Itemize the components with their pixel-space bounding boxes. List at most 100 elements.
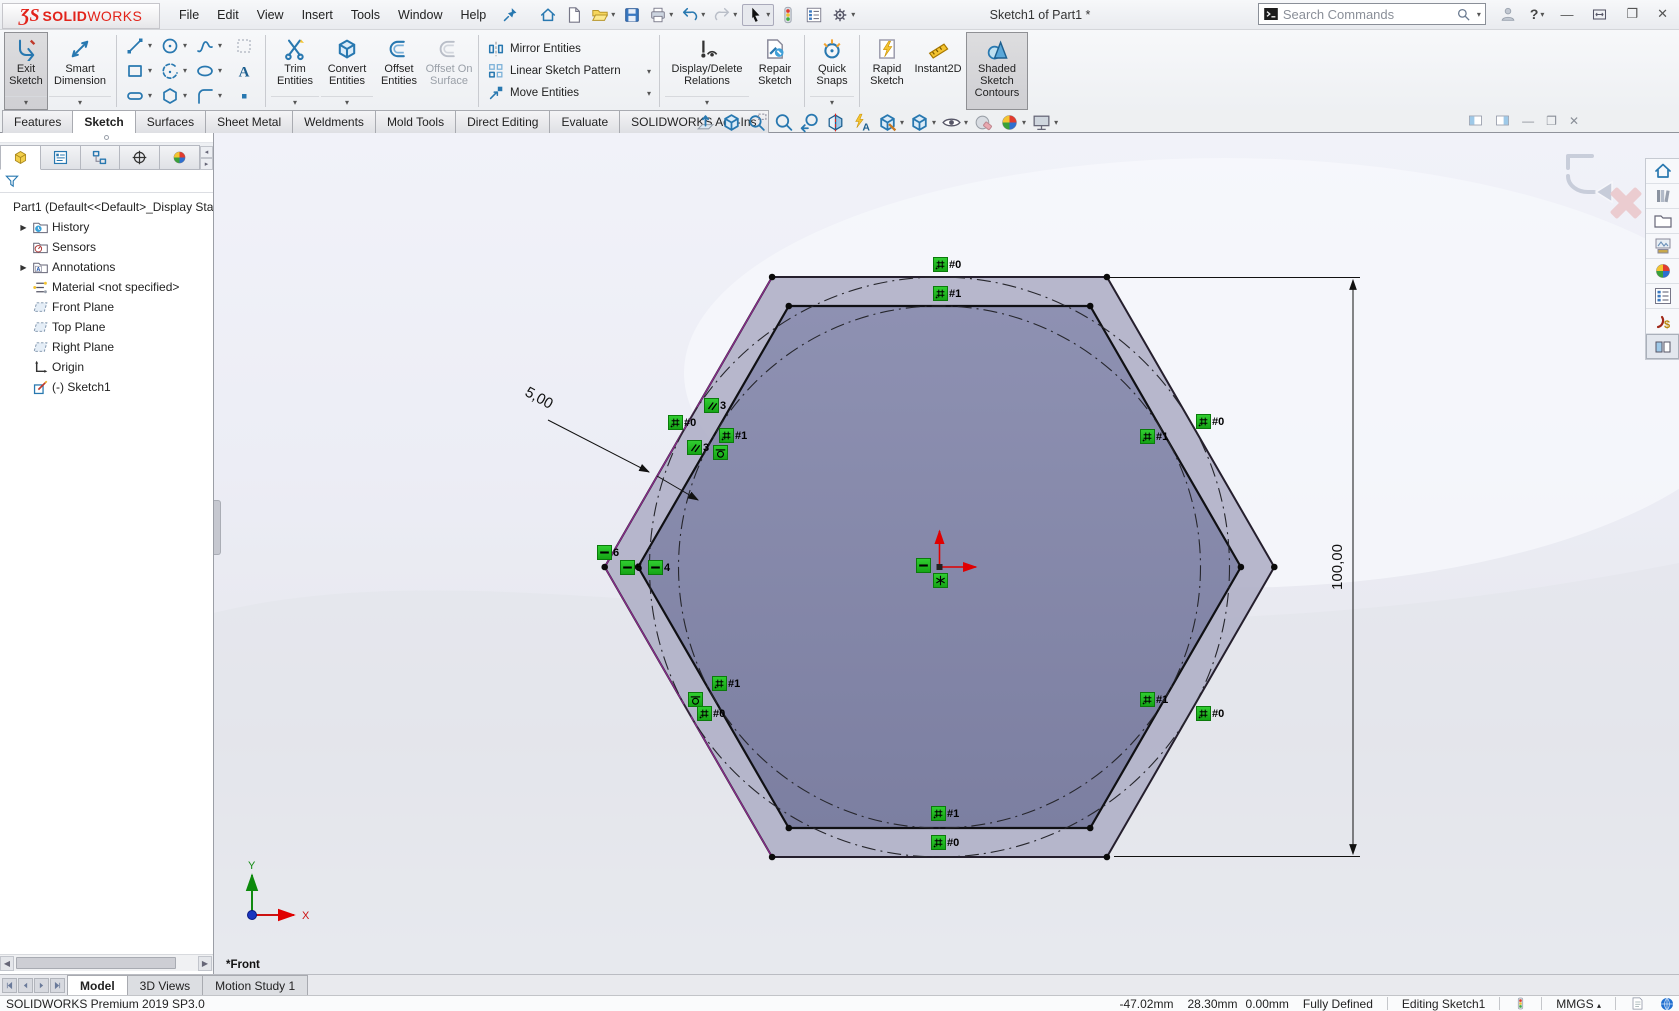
tab-sheet-metal[interactable]: Sheet Metal	[205, 110, 293, 133]
panel-tab-feature-manager[interactable]	[0, 145, 41, 170]
quick-tips-icon[interactable]	[1659, 996, 1675, 1011]
circle-tool[interactable]: ▾	[160, 36, 187, 56]
tree-item-right-plane[interactable]: Right Plane	[0, 337, 213, 357]
search-box[interactable]: ▾	[1258, 3, 1486, 25]
bottom-tab-3d-views[interactable]: 3D Views	[127, 975, 203, 995]
tab-direct-editing[interactable]: Direct Editing	[455, 110, 550, 133]
expander-icon[interactable]: ▶	[18, 263, 29, 272]
graphics-area[interactable]: 100,00 5,00 X Y	[214, 133, 1679, 975]
unit-system[interactable]: MMGS ▴	[1556, 997, 1601, 1011]
tree-filter-row[interactable]	[0, 170, 213, 193]
search-input[interactable]	[1283, 7, 1452, 22]
hide-show-items-icon[interactable]: ▾	[940, 112, 969, 133]
rapid-sketch-button[interactable]: Rapid Sketch	[864, 32, 910, 110]
instant2d-button[interactable]: Instant2D	[910, 32, 966, 110]
pin-menu-icon[interactable]	[499, 5, 522, 24]
document-minimize-button[interactable]: —	[1522, 114, 1534, 128]
scroll-left-arrow[interactable]: ◀	[0, 956, 14, 971]
span-displays-button[interactable]	[1589, 7, 1610, 22]
search-console-icon[interactable]	[1263, 6, 1279, 22]
nav-previous-button[interactable]	[18, 978, 33, 993]
viewport-splitter-handle[interactable]	[214, 500, 221, 555]
menu-file[interactable]: File	[170, 3, 208, 27]
spline-tool[interactable]: ▾	[195, 36, 222, 56]
panel-tab-configuration-manager[interactable]	[81, 145, 121, 170]
panel-tab-dimxpert-manager[interactable]	[120, 145, 160, 170]
minimize-button[interactable]: —	[1557, 7, 1576, 22]
linear-pattern-caret[interactable]: ▾	[647, 67, 651, 76]
rebuild-button[interactable]	[776, 5, 800, 25]
menu-insert[interactable]: Insert	[293, 3, 342, 27]
tab-weldments[interactable]: Weldments	[292, 110, 376, 133]
undo-button[interactable]: ▾	[678, 5, 708, 25]
select-button[interactable]: ▾	[742, 4, 774, 26]
bottom-tab-motion-study-1[interactable]: Motion Study 1	[202, 975, 308, 995]
section-view-icon[interactable]	[824, 112, 847, 133]
design-library-button[interactable]	[1646, 184, 1679, 209]
convert-entities-button[interactable]: Convert Entities ▾	[320, 32, 374, 110]
panel-tab-property-manager[interactable]	[41, 145, 81, 170]
sketch-entity-visibility-icon[interactable]: A	[850, 112, 873, 133]
tree-item-annotations[interactable]: ▶AAnnotations	[0, 257, 213, 277]
document-close-button[interactable]: ✕	[1569, 114, 1579, 128]
settings-button[interactable]: ▾	[828, 5, 858, 25]
edit-appearance-icon[interactable]	[972, 112, 995, 133]
nav-last-button[interactable]	[50, 978, 65, 993]
file-explorer-button[interactable]	[1646, 209, 1679, 234]
solidworks-resources-button[interactable]	[1646, 159, 1679, 184]
show-right-pane-icon[interactable]	[1495, 113, 1510, 128]
magnifier-view-icon[interactable]	[772, 112, 795, 133]
panel-tab-scroll-left[interactable]: ◂	[200, 146, 213, 158]
convert-caret[interactable]: ▾	[321, 96, 373, 109]
search-icon[interactable]	[1456, 7, 1471, 22]
panel-tab-scroll-right[interactable]: ▸	[200, 158, 213, 170]
tree-item-sensors[interactable]: Sensors	[0, 237, 213, 257]
tree-item-part1[interactable]: Part1 (Default<<Default>_Display Sta	[0, 197, 213, 217]
close-button[interactable]: ✕	[1654, 6, 1671, 22]
tree-item-history[interactable]: ▶History	[0, 217, 213, 237]
new-document-button[interactable]	[562, 5, 586, 25]
panel-resize-handle[interactable]	[0, 133, 213, 143]
expander-icon[interactable]: ▶	[18, 223, 29, 232]
text-tool[interactable]: A	[234, 61, 254, 81]
panel-horizontal-scrollbar[interactable]: ◀ ▶	[0, 954, 213, 971]
document-restore-button[interactable]: ❐	[1546, 114, 1557, 128]
offset-dimension-text[interactable]: 5,00	[522, 384, 556, 413]
line-tool[interactable]: ▾	[125, 36, 152, 56]
sketch-canvas[interactable]: 100,00 5,00 X Y	[214, 133, 1679, 975]
menu-edit[interactable]: Edit	[208, 3, 248, 27]
menu-window[interactable]: Window	[389, 3, 451, 27]
tab-features[interactable]: Features	[2, 110, 73, 133]
scroll-right-arrow[interactable]: ▶	[198, 956, 212, 971]
view-annotations-icon[interactable]: ▾	[876, 112, 905, 133]
tree-item-sketch1[interactable]: (-) Sketch1	[0, 377, 213, 397]
tab-sketch[interactable]: Sketch	[72, 110, 135, 133]
point-tool[interactable]	[234, 86, 254, 106]
display-delete-caret[interactable]: ▾	[665, 96, 749, 109]
save-button[interactable]	[620, 5, 644, 25]
tag-icon[interactable]	[1630, 996, 1645, 1011]
mirror-entities-button[interactable]: Mirror Entities	[487, 40, 651, 58]
shaded-sketch-contours-button[interactable]: Shaded Sketch Contours	[966, 32, 1028, 110]
appearances-scenes-button[interactable]	[1646, 259, 1679, 284]
show-left-pane-icon[interactable]	[1468, 113, 1483, 128]
view-palette-button[interactable]	[1646, 234, 1679, 259]
tab-surfaces[interactable]: Surfaces	[135, 110, 206, 133]
redo-button[interactable]: ▾	[710, 5, 740, 25]
menu-view[interactable]: View	[248, 3, 293, 27]
previous-view-icon[interactable]	[798, 112, 821, 133]
view-display-settings-icon[interactable]: ▾	[1030, 112, 1059, 133]
tab-mold-tools[interactable]: Mold Tools	[375, 110, 456, 133]
print-button[interactable]: ▾	[646, 5, 676, 25]
arc-tool[interactable]: ▾	[160, 61, 187, 81]
nav-first-button[interactable]	[2, 978, 17, 993]
rectangle-tool[interactable]: ▾	[125, 61, 152, 81]
zoom-to-area-icon[interactable]	[746, 112, 769, 133]
tab-evaluate[interactable]: Evaluate	[549, 110, 620, 133]
home-button[interactable]	[536, 5, 560, 25]
tree-item-material-not-specified[interactable]: Material <not specified>	[0, 277, 213, 297]
view-normal-to-icon[interactable]	[694, 112, 717, 133]
display-delete-relations-button[interactable]: Display/Delete Relations ▾	[664, 32, 750, 110]
bottom-tab-model[interactable]: Model	[67, 975, 128, 995]
slot-tool[interactable]: ▾	[125, 86, 152, 106]
